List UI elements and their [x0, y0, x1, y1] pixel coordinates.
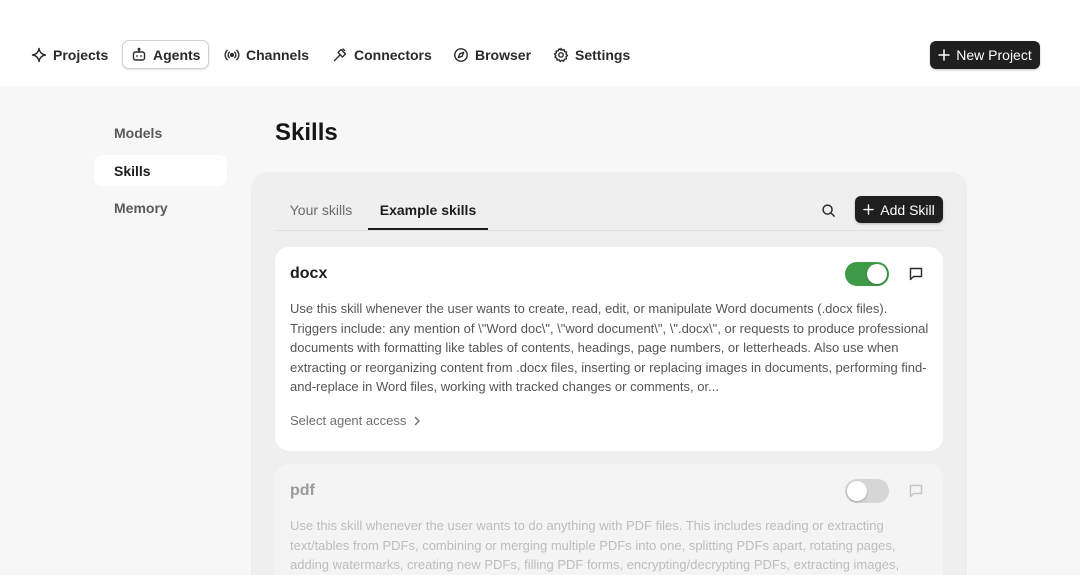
- sidebar-item-label: Models: [114, 124, 163, 141]
- top-nav: Projects Agents Channels Connectors Brow…: [0, 0, 1080, 86]
- tabs-divider: [275, 230, 943, 231]
- compass-icon: [454, 47, 468, 62]
- skill-card-pdf: pdf Use this skill whenever the user wan…: [275, 464, 943, 575]
- skill-enable-toggle[interactable]: [845, 262, 889, 286]
- robot-icon: [132, 47, 146, 61]
- access-label: Select agent access: [290, 413, 407, 428]
- gear-icon: [553, 47, 569, 62]
- toggle-knob: [867, 264, 887, 284]
- chat-bubble-icon: [909, 484, 923, 498]
- chevron-right-icon: [415, 416, 421, 425]
- plug-icon: [333, 47, 347, 61]
- skill-description: Use this skill whenever the user wants t…: [290, 518, 900, 573]
- nav-label: Channels: [246, 46, 310, 63]
- nav-agents[interactable]: Agents: [122, 40, 210, 69]
- nav-label: Browser: [475, 46, 532, 63]
- nav-label: Connectors: [354, 46, 432, 63]
- broadcast-icon: [224, 49, 240, 60]
- new-project-button[interactable]: New Project: [930, 41, 1040, 69]
- nav-label: Settings: [575, 46, 631, 63]
- sidebar-item-skills[interactable]: Skills: [94, 155, 227, 186]
- skill-name: docx: [290, 265, 328, 282]
- add-skill-label: Add Skill: [880, 201, 935, 218]
- plus-icon: [938, 49, 951, 61]
- sidebar-item-models[interactable]: Models: [94, 117, 227, 148]
- chat-button[interactable]: [907, 265, 925, 283]
- toggle-knob: [847, 481, 867, 501]
- page-title: Skills: [275, 119, 338, 146]
- select-agent-access-link[interactable]: Select agent access: [290, 413, 422, 428]
- skill-description: Use this skill whenever the user wants t…: [290, 301, 929, 395]
- nav-settings[interactable]: Settings: [545, 40, 638, 69]
- new-project-label: New Project: [956, 47, 1032, 63]
- search-icon: [821, 203, 835, 217]
- tab-label: Your skills: [289, 202, 353, 218]
- nav-channels[interactable]: Channels: [216, 40, 317, 69]
- skill-name: pdf: [290, 482, 315, 499]
- search-button[interactable]: [815, 198, 841, 222]
- nav-label: Projects: [53, 46, 109, 63]
- chat-button[interactable]: [907, 482, 925, 500]
- chat-bubble-icon: [909, 267, 923, 281]
- nav-label: Agents: [153, 46, 201, 63]
- plus-icon: [863, 204, 875, 215]
- tab-label: Example skills: [379, 202, 477, 218]
- nav-browser[interactable]: Browser: [445, 40, 539, 69]
- sidebar-item-label: Memory: [114, 199, 168, 216]
- nav-connectors[interactable]: Connectors: [324, 40, 440, 69]
- tab-your-skills[interactable]: Your skills: [280, 194, 362, 230]
- sidebar-item-memory[interactable]: Memory: [94, 192, 227, 223]
- tab-example-skills[interactable]: Example skills: [368, 194, 488, 230]
- sparkle-icon: [31, 47, 47, 62]
- skill-card-docx: docx Use this skill whenever the user wa…: [275, 247, 943, 451]
- sidebar-item-label: Skills: [114, 162, 151, 179]
- nav-projects[interactable]: Projects: [23, 40, 116, 69]
- add-skill-button[interactable]: Add Skill: [855, 196, 943, 223]
- skill-enable-toggle[interactable]: [845, 479, 889, 503]
